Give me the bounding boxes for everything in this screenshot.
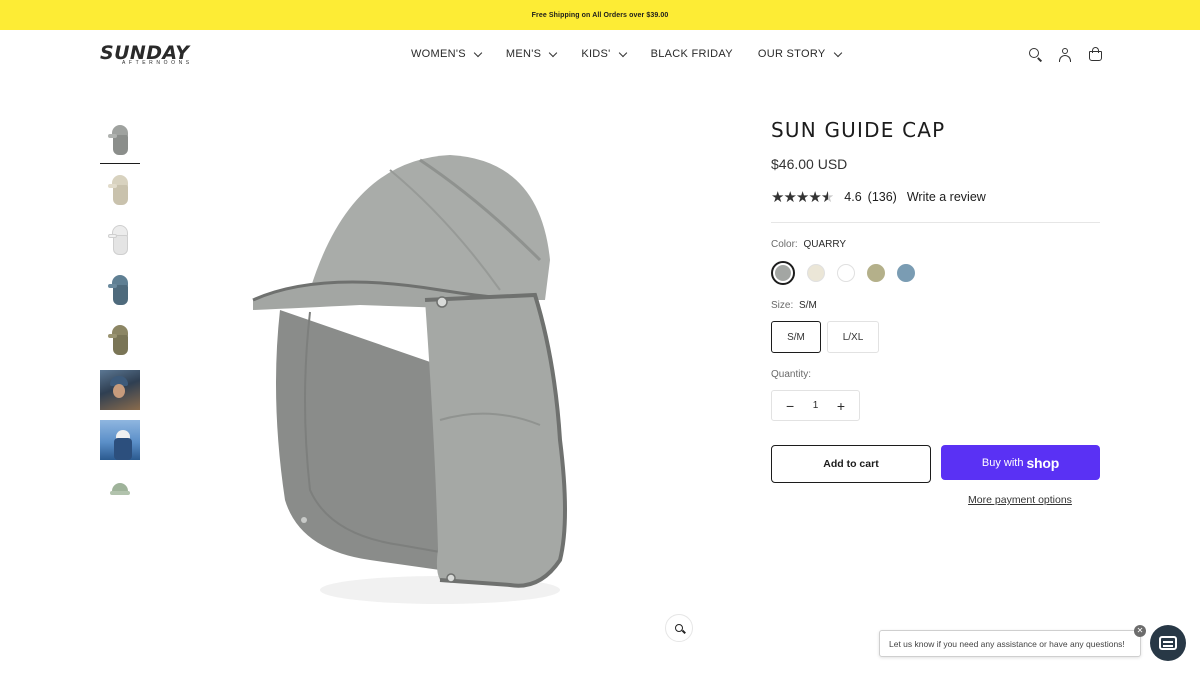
rating-count[interactable]: (136) (868, 190, 897, 204)
site-header: SUNDAY AFTERNOONS WOMEN'S MEN'S KIDS' BL… (0, 30, 1200, 80)
chat-launcher-button[interactable] (1150, 625, 1186, 661)
zoom-button[interactable] (665, 614, 693, 642)
brand-logo[interactable]: SUNDAY AFTERNOONS (100, 43, 220, 69)
nav-item-label: BLACK FRIDAY (650, 48, 733, 60)
thumbnail-lifestyle-1[interactable] (100, 370, 140, 410)
nav-item-black-friday[interactable]: BLACK FRIDAY (651, 47, 733, 61)
swatch-sand[interactable] (807, 264, 825, 282)
nav-item-our-story[interactable]: OUR STORY (757, 47, 842, 61)
write-review-link[interactable]: Write a review (907, 190, 986, 204)
chevron-down-icon (473, 48, 483, 57)
thumbnail-lifestyle-2[interactable] (100, 420, 140, 460)
add-to-cart-button[interactable]: Add to cart (771, 445, 931, 483)
size-label-row: Size: S/M (771, 300, 1100, 314)
size-options: S/M L/XL (771, 321, 1100, 353)
nav-item-label: KIDS' (581, 48, 611, 60)
nav-item-kids[interactable]: KIDS' (581, 47, 627, 61)
star-icon: ★ (783, 188, 796, 206)
quantity-stepper: − 1 + (771, 390, 860, 421)
chevron-down-icon (618, 48, 627, 57)
rating-summary: ★ ★ ★ ★ ★ 4.6 (136) Write a review (771, 188, 1100, 206)
thumbnail-gallery (100, 120, 140, 520)
account-icon[interactable] (1058, 47, 1072, 62)
logo-tagline: AFTERNOONS (122, 60, 193, 66)
product-title: SUN GUIDE CAP (771, 118, 946, 142)
product-main-image[interactable] (240, 140, 600, 620)
quantity-decrease-button[interactable]: − (786, 398, 794, 414)
quantity-increase-button[interactable]: + (837, 398, 845, 414)
close-icon[interactable]: ✕ (1134, 625, 1146, 637)
nav-item-womens[interactable]: WOMEN'S (411, 47, 483, 61)
size-label: Size: (771, 300, 794, 311)
search-icon[interactable] (1028, 47, 1043, 62)
quantity-label: Quantity: (771, 369, 812, 380)
chat-prompt-text: Let us know if you need any assistance o… (889, 638, 1125, 649)
chat-icon (1159, 636, 1177, 650)
size-option-sm[interactable]: S/M (771, 321, 821, 353)
rating-value: 4.6 (844, 190, 862, 204)
color-label-row: Color: QUARRY (771, 239, 1100, 253)
star-icon: ★ (795, 188, 809, 206)
chevron-down-icon (549, 48, 558, 57)
thumbnail-white[interactable] (100, 220, 140, 260)
color-label: Color: (771, 239, 798, 250)
sun-guide-cap-illustration (252, 155, 567, 604)
nav-item-label: WOMEN'S (411, 48, 466, 60)
thumbnail-olive[interactable] (100, 320, 140, 360)
star-half-icon: ★ (820, 188, 834, 206)
shop-pay-logo: shop (1026, 454, 1060, 471)
star-icon: ★ (771, 188, 784, 206)
swatch-olive[interactable] (867, 264, 885, 282)
star-icon: ★ (808, 188, 821, 206)
more-payment-options-link[interactable]: More payment options (940, 494, 1100, 506)
thumbnail-sand[interactable] (100, 170, 140, 210)
chat-prompt-bubble[interactable]: Let us know if you need any assistance o… (879, 630, 1141, 657)
thumbnail-blue[interactable] (100, 270, 140, 310)
buy-with-shop-button[interactable]: Buy with shop (941, 445, 1100, 480)
size-selected-value: S/M (799, 300, 817, 311)
size-option-lxl[interactable]: L/XL (827, 321, 879, 353)
divider (771, 222, 1100, 223)
swatch-blue[interactable] (897, 264, 915, 282)
swatch-quarry[interactable] (771, 261, 795, 285)
cart-icon[interactable] (1088, 47, 1102, 61)
chevron-down-icon (833, 48, 842, 57)
star-rating[interactable]: ★ ★ ★ ★ ★ (771, 188, 834, 206)
color-swatches (771, 261, 1100, 285)
thumbnail-green[interactable] (100, 470, 140, 510)
nav-item-label: MEN'S (505, 48, 542, 60)
nav-item-mens[interactable]: MEN'S (505, 47, 558, 61)
swatch-white[interactable] (837, 264, 855, 282)
announcement-text: Free Shipping on All Orders over $39.00 (531, 11, 669, 19)
product-info: SUN GUIDE CAP $46.00 USD ★ ★ ★ ★ ★ 4.6 (… (771, 118, 1100, 506)
main-nav: WOMEN'S MEN'S KIDS' BLACK FRIDAY OUR STO… (411, 47, 866, 61)
header-actions (1028, 47, 1102, 62)
color-selected-value: QUARRY (803, 239, 847, 250)
nav-item-label: OUR STORY (757, 48, 826, 60)
product-price: $46.00 USD (771, 156, 848, 172)
thumbnail-quarry[interactable] (100, 120, 140, 164)
announcement-bar: Free Shipping on All Orders over $39.00 (0, 0, 1200, 30)
quantity-value[interactable]: 1 (813, 400, 819, 411)
buy-with-label: Buy with (981, 456, 1024, 469)
purchase-buttons: Add to cart Buy with shop (771, 445, 1100, 483)
